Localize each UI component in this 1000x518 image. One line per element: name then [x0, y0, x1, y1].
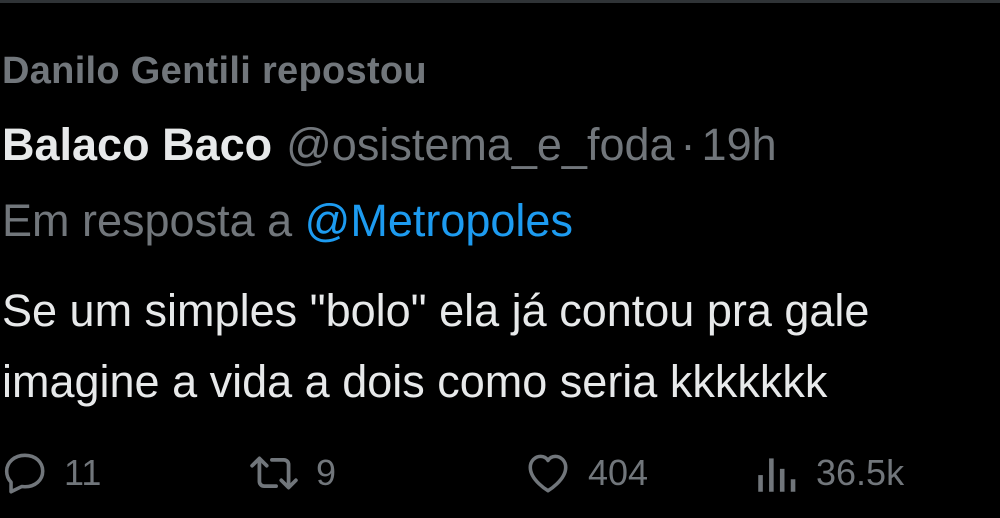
- heart-icon: [522, 448, 574, 498]
- views-button[interactable]: 36.5k: [752, 443, 904, 503]
- top-divider: [0, 0, 1000, 3]
- reply-prefix: Em resposta a: [2, 195, 293, 246]
- views-count: 36.5k: [816, 452, 905, 493]
- tweet-time[interactable]: 19h: [702, 119, 777, 170]
- like-button[interactable]: 404: [522, 443, 648, 503]
- display-name[interactable]: Balaco Baco: [2, 119, 272, 170]
- tweet-text-line: Se um simples "bolo" ela já contou pra g…: [2, 285, 870, 336]
- repost-button[interactable]: 9: [246, 443, 336, 503]
- reply-context: Em resposta a @Metropoles: [2, 198, 573, 243]
- reply-count: 11: [64, 452, 102, 493]
- repost-indicator[interactable]: Danilo Gentili repostou: [2, 50, 427, 93]
- repost-count: 9: [316, 452, 337, 493]
- retweet-icon: [246, 448, 302, 498]
- reply-icon: [0, 448, 50, 498]
- tweet-header: Balaco Baco @osistema_e_foda · 19h: [2, 122, 777, 167]
- user-handle[interactable]: @osistema_e_foda: [286, 119, 674, 170]
- reply-handle-link[interactable]: @Metropoles: [305, 195, 573, 246]
- like-count: 404: [588, 452, 649, 493]
- views-icon: [752, 448, 802, 498]
- separator-dot: ·: [680, 119, 696, 170]
- tweet-text: Se um simples "bolo" ela já contou pra g…: [2, 276, 869, 417]
- reply-button[interactable]: 11: [0, 443, 101, 503]
- tweet-text-line: imagine a vida a dois como seria kkkkkkk: [2, 355, 828, 407]
- action-bar: 11 9 404 36.5k: [0, 443, 1000, 503]
- repost-text: Danilo Gentili repostou: [2, 50, 427, 92]
